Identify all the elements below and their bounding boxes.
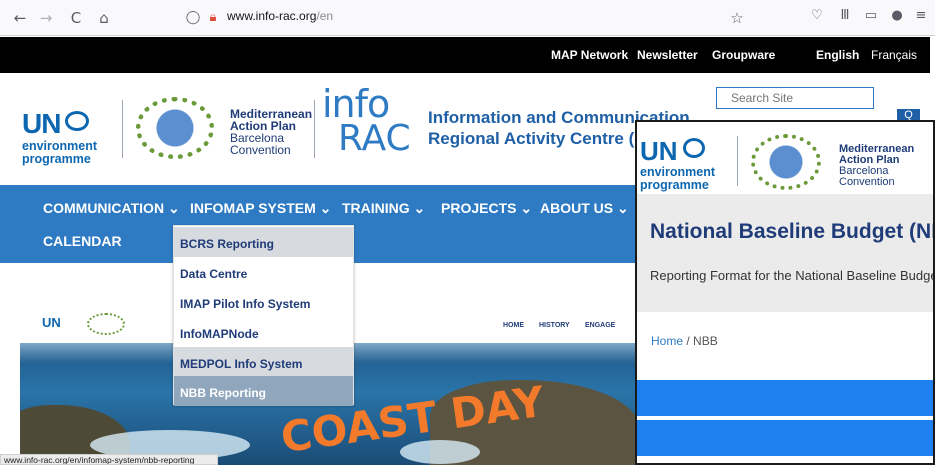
dropdown-item-infomapnode[interactable]: InfoMAPNode [174, 317, 353, 347]
breadcrumb: Home / NBB [651, 334, 718, 348]
forward-icon[interactable]: → [36, 8, 56, 28]
home-icon[interactable]: ⌂ [94, 8, 114, 28]
map-logo-text[interactable]: Mediterranean Action Plan Barcelona Conv… [230, 108, 312, 156]
nbb-header: UN environment programme Mediterranean A… [637, 122, 933, 194]
nbb-title-band [637, 194, 933, 312]
nav-calendar[interactable]: CALENDAR [43, 233, 122, 249]
un-logo-text: UN [22, 108, 61, 139]
nbb-un-line2: programme [640, 178, 709, 192]
nbb-page-title: National Baseline Budget (NBB) [650, 220, 933, 243]
map-wreath-icon [136, 97, 214, 159]
search-input[interactable]: Search Site [716, 87, 874, 109]
un-logo-line2: programme [22, 152, 91, 166]
bookmark-star-icon[interactable]: ☆ [727, 8, 747, 28]
un-emblem-icon [64, 111, 89, 131]
nbb-page-subtitle: Reporting Format for the National Baseli… [650, 268, 935, 283]
nav-about-us[interactable]: ABOUT US ⌄ [540, 200, 629, 217]
shield-icon[interactable]: ◯ [183, 8, 203, 28]
search-placeholder: Search Site [731, 91, 794, 105]
hero-menu-history: HISTORY [539, 322, 570, 329]
topbar-link-map-network[interactable]: MAP Network [551, 48, 628, 62]
rac-logo[interactable]: RAC [338, 118, 411, 159]
map-line4: Convention [230, 143, 291, 157]
url-bar[interactable]: ◯ 🔒︎ www.info-rac.org/en ☆ [175, 6, 755, 30]
logo-divider [122, 100, 123, 158]
breadcrumb-separator: / [686, 334, 690, 348]
nbb-logo-divider [737, 136, 738, 186]
reload-icon[interactable]: C [66, 8, 86, 28]
nbb-un-logo: UN [640, 136, 678, 166]
back-icon[interactable]: ← [10, 8, 30, 28]
sidebar-icon[interactable]: ▭ [862, 8, 880, 28]
nbb-wreath-icon [751, 134, 821, 190]
breadcrumb-current: NBB [693, 334, 718, 348]
nbb-blue-bar-2[interactable] [637, 420, 933, 456]
insecure-lock-icon[interactable]: 🔒︎ [203, 8, 223, 28]
dropdown-item-nbb-reporting[interactable]: NBB Reporting [174, 376, 353, 406]
dropdown-item-imap-pilot[interactable]: IMAP Pilot Info System [174, 287, 353, 317]
hero-wreath-icon [87, 313, 125, 335]
pocket-icon[interactable]: ♡ [808, 8, 826, 28]
nbb-blue-bar-1[interactable] [637, 380, 933, 416]
account-icon[interactable]: ● [888, 8, 906, 28]
hero-menu-engage: ENGAGE [585, 322, 616, 329]
library-icon[interactable]: Ⅲ [836, 8, 854, 28]
nav-training[interactable]: TRAINING ⌄ [342, 200, 425, 217]
hero-menu-home: HOME [503, 322, 524, 329]
un-environment-logo[interactable]: UN environment programme [22, 108, 97, 166]
topbar-link-groupware[interactable]: Groupware [712, 48, 775, 62]
nav-infomap-system[interactable]: INFOMAP SYSTEM ⌄ [190, 200, 331, 217]
browser-toolbar: ← → C ⌂ ◯ 🔒︎ www.info-rac.org/en ☆ ♡ Ⅲ ▭… [0, 0, 935, 36]
language-francais[interactable]: Français [871, 48, 917, 62]
breadcrumb-home[interactable]: Home [651, 334, 683, 348]
url-text[interactable]: www.info-rac.org/en [227, 9, 333, 23]
status-bar-url: www.info-rac.org/en/infomap-system/nbb-r… [0, 454, 218, 465]
nbb-page-window: UN environment programme Mediterranean A… [635, 120, 935, 465]
topbar-link-newsletter[interactable]: Newsletter [637, 48, 698, 62]
url-domain: www.info-rac.org [227, 9, 317, 23]
infomap-dropdown: BCRS Reporting Data Centre IMAP Pilot In… [173, 225, 354, 406]
nbb-map-line4: Convention [839, 176, 895, 188]
logo-divider-2 [314, 100, 315, 158]
menu-icon[interactable]: ≡ [912, 8, 930, 28]
hero-un-logo: UN [42, 315, 61, 330]
dropdown-item-medpol[interactable]: MEDPOL Info System [174, 347, 353, 377]
url-path: /en [316, 9, 334, 23]
dropdown-item-data-centre[interactable]: Data Centre [174, 257, 353, 287]
screen: ← → C ⌂ ◯ 🔒︎ www.info-rac.org/en ☆ ♡ Ⅲ ▭… [0, 0, 935, 465]
dropdown-item-bcrs-reporting[interactable]: BCRS Reporting [174, 227, 353, 257]
language-english[interactable]: English [816, 48, 859, 62]
nbb-map-text: Mediterranean Action Plan Barcelona Conv… [839, 144, 914, 188]
site-topbar: MAP Network Newsletter Groupware English… [0, 37, 930, 73]
nav-communication[interactable]: COMMUNICATION ⌄ [43, 200, 180, 217]
nav-projects[interactable]: PROJECTS ⌄ [441, 200, 532, 217]
nbb-un-emblem-icon [683, 138, 705, 158]
